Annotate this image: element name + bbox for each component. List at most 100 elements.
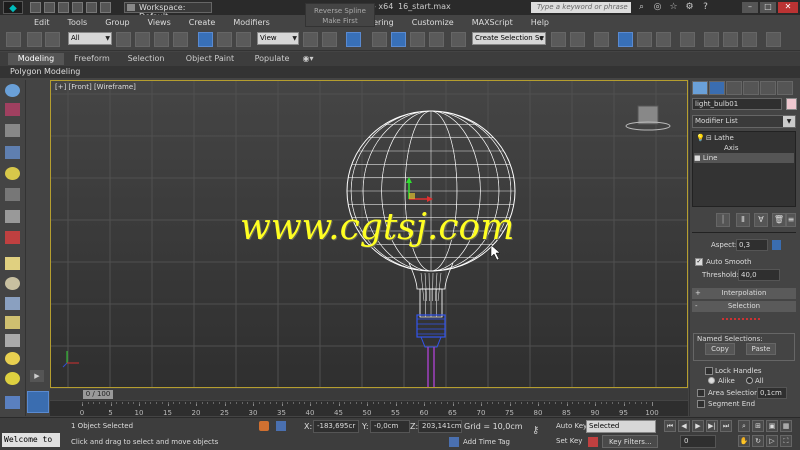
unlink-icon[interactable]: [45, 32, 60, 47]
modifier-list-dropdown[interactable]: Modifier List: [692, 115, 796, 128]
dots-icon[interactable]: [5, 188, 20, 201]
configure-sets-icon[interactable]: ≡: [786, 213, 796, 227]
save-file-icon[interactable]: [58, 2, 69, 13]
plane-icon[interactable]: [5, 257, 20, 270]
window-crossing-icon[interactable]: [173, 32, 188, 47]
align-icon[interactable]: [570, 32, 585, 47]
expand-icon[interactable]: ⊟: [706, 134, 714, 142]
menu-create[interactable]: Create: [180, 18, 225, 27]
particles-icon[interactable]: [5, 396, 20, 409]
new-file-icon[interactable]: [30, 2, 41, 13]
display-tab-icon[interactable]: [760, 81, 776, 95]
project-folder-icon[interactable]: [100, 2, 111, 13]
schematic-view-icon[interactable]: [656, 32, 671, 47]
material-editor-icon[interactable]: [680, 32, 695, 47]
set-keys-icon[interactable]: [588, 437, 598, 447]
utilities-tab-icon[interactable]: [777, 81, 793, 95]
scene-explorer-icon[interactable]: [618, 32, 633, 47]
alike-radio[interactable]: [708, 377, 715, 384]
workspace-dropdown[interactable]: Workspace: Default: [124, 2, 212, 21]
menu-views[interactable]: Views: [139, 18, 180, 27]
redo-icon[interactable]: [86, 2, 97, 13]
rect-selection-icon[interactable]: [154, 32, 169, 47]
maximize-button[interactable]: □: [760, 2, 776, 13]
undo-toolbar-icon[interactable]: [6, 32, 21, 47]
dome-icon[interactable]: [5, 277, 20, 290]
light-bulb-icon[interactable]: 💡: [696, 134, 705, 142]
chevron-down-icon[interactable]: ▼: [783, 116, 795, 127]
select-move-icon[interactable]: [198, 32, 213, 47]
area-selection-checkbox[interactable]: [697, 389, 705, 397]
expand-arrow-icon[interactable]: ▶: [30, 370, 44, 382]
copy-button[interactable]: Copy: [705, 343, 735, 355]
exchange-icon[interactable]: ⚙: [684, 2, 695, 13]
mirror-shape-icon[interactable]: [5, 297, 20, 310]
stack-item-lathe[interactable]: ⊟ Lathe: [706, 133, 734, 143]
orbit-icon[interactable]: ↻: [752, 435, 764, 447]
zoom-extents-icon[interactable]: ▣: [766, 420, 778, 432]
auto-key-button[interactable]: Auto Key: [556, 422, 587, 430]
maximize-viewport-icon[interactable]: ⛶: [780, 435, 792, 447]
hierarchy-tab-icon[interactable]: [726, 81, 742, 95]
menu-customize[interactable]: Customize: [403, 18, 463, 27]
all-radio[interactable]: [746, 377, 753, 384]
time-slider-button[interactable]: [27, 391, 49, 413]
aspect-lock-icon[interactable]: [772, 240, 781, 250]
goto-end-icon[interactable]: ⏭: [720, 420, 732, 432]
yellow-ball-icon[interactable]: [5, 372, 20, 385]
spinner-snap-icon[interactable]: [429, 32, 444, 47]
lock-handles-checkbox[interactable]: [705, 367, 713, 375]
named-selection-dropdown[interactable]: Create Selection Se: [472, 32, 546, 45]
angle-snap-icon[interactable]: [391, 32, 406, 47]
undo-icon[interactable]: [72, 2, 83, 13]
selection-filter-dropdown[interactable]: All: [68, 32, 112, 45]
time-slider-handle[interactable]: 0 / 100: [83, 390, 113, 399]
app-logo-icon[interactable]: ◆: [3, 1, 23, 14]
dots-red-icon[interactable]: [5, 231, 20, 244]
isolate-icon[interactable]: [259, 421, 269, 431]
paste-button[interactable]: Paste: [746, 343, 776, 355]
teapot-icon[interactable]: [5, 84, 20, 97]
search-icon[interactable]: ⌕: [636, 2, 647, 13]
viewport-label[interactable]: [+] [Front] [Wireframe]: [55, 83, 136, 91]
menu-help[interactable]: Help: [522, 18, 558, 27]
ribbon-options-icon[interactable]: ◉▾: [300, 53, 316, 65]
select-by-name-icon[interactable]: [135, 32, 150, 47]
help-icon[interactable]: ?: [700, 2, 711, 13]
curve-editor-icon[interactable]: [637, 32, 652, 47]
goto-start-icon[interactable]: ⏮: [664, 420, 676, 432]
link-icon[interactable]: [27, 32, 42, 47]
play-icon[interactable]: ▶: [692, 420, 704, 432]
search-input[interactable]: Type a keyword or phrase: [531, 2, 631, 13]
set-key-button[interactable]: Set Key: [556, 437, 582, 445]
add-time-tag[interactable]: Add Time Tag: [463, 438, 510, 446]
render-production-icon[interactable]: [742, 32, 757, 47]
pin-stack-icon[interactable]: ⏐: [716, 213, 730, 227]
close-button[interactable]: ✕: [778, 2, 798, 13]
make-unique-icon[interactable]: ∀: [754, 213, 768, 227]
menu-tools[interactable]: Tools: [59, 18, 97, 27]
pivot-center-icon[interactable]: [303, 32, 318, 47]
pan-icon[interactable]: ✋: [738, 435, 750, 447]
rollout-interpolation[interactable]: Interpolation: [692, 288, 796, 299]
menu-edit[interactable]: Edit: [0, 18, 59, 27]
open-file-icon[interactable]: [44, 2, 55, 13]
x-coord-field[interactable]: -183,695cr: [313, 420, 359, 433]
menu-maxscript[interactable]: MAXScript: [463, 18, 522, 27]
edit-named-sel-icon[interactable]: [451, 32, 466, 47]
next-frame-icon[interactable]: ▶|: [706, 420, 718, 432]
prev-frame-icon[interactable]: ◀: [678, 420, 690, 432]
menu-group[interactable]: Group: [96, 18, 138, 27]
render-setup-icon[interactable]: [704, 32, 719, 47]
select-object-icon[interactable]: [116, 32, 131, 47]
motion-tab-icon[interactable]: [743, 81, 759, 95]
bones-icon[interactable]: [5, 210, 20, 223]
current-frame-field[interactable]: 0: [680, 435, 716, 448]
create-tab-icon[interactable]: [692, 81, 708, 95]
sun-icon[interactable]: [5, 352, 20, 365]
key-filters-button[interactable]: Key Filters...: [602, 435, 658, 448]
sphere-grid-icon[interactable]: [5, 124, 20, 137]
select-rotate-icon[interactable]: [217, 32, 232, 47]
tab-modeling[interactable]: Modeling: [8, 53, 64, 65]
tab-object-paint[interactable]: Object Paint: [184, 53, 236, 65]
